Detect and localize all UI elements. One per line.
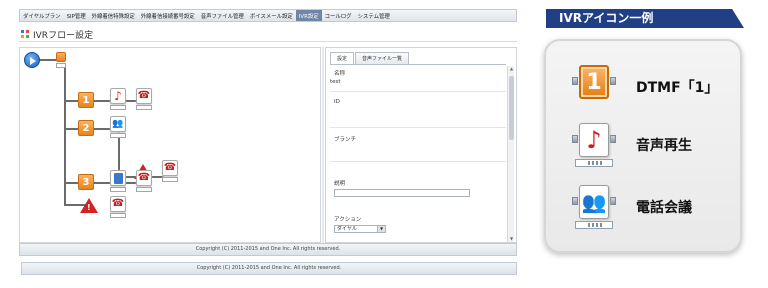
footer-copyright: Copyright (C) 2011-2015 and One Inc. All… [19, 243, 517, 256]
dtmf-tile-icon[interactable]: 3 [78, 174, 94, 190]
music-note-icon[interactable]: ♪ [110, 88, 126, 104]
dtmf-tile-icon: 1 [572, 63, 616, 111]
dtmf-tile-icon[interactable]: 1 [78, 92, 94, 108]
file-icon[interactable] [110, 170, 126, 186]
id-label: ID [334, 99, 340, 105]
legend-title: IVRアイコン一例 [546, 9, 744, 28]
properties-scrollbar[interactable]: ▲ ▼ [507, 66, 514, 242]
phone-icon[interactable]: ☎ [110, 196, 126, 212]
play-icon[interactable] [24, 52, 40, 68]
legend-item-dtmf: 1 DTMF「1」 [572, 63, 732, 115]
ivr-flow-canvas[interactable]: 1 ♪ ☎ 2 👥 ! ☎ 3 ☎ ! ☎ [19, 47, 321, 243]
app-logo-icon [21, 29, 30, 39]
dtmf-tile-icon[interactable] [56, 52, 66, 62]
page-title: IVRフロー設定 [33, 30, 94, 41]
legend-label-audio: 音声再生 [636, 138, 692, 154]
menu-item-sip[interactable]: SIP管理 [64, 10, 89, 21]
name-label: 名称 [334, 71, 346, 77]
name-value[interactable]: test [330, 79, 341, 85]
menu-item-ivr[interactable]: IVR設定 [295, 10, 322, 21]
menu-item-voicemail[interactable]: ボイスメール設定 [247, 10, 296, 21]
conference-icon: 👥 [572, 183, 616, 231]
menu-item-outside-number[interactable]: 外線着信接続番号設定 [138, 10, 198, 21]
properties-body: 名称 test ID ブランチ 説明 アクション ダイヤル ▼ [330, 64, 506, 240]
page-title-row: IVRフロー設定 [19, 27, 517, 42]
footer-copyright-duplicate: Copyright (C) 2011-2015 and One Inc. All… [21, 262, 517, 275]
phone-icon[interactable]: ☎ [136, 170, 152, 186]
dtmf-tile-icon[interactable]: 2 [78, 120, 94, 136]
menu-item-system[interactable]: システム管理 [355, 10, 393, 21]
legend-label-conference: 電話会議 [636, 200, 692, 216]
menu-item-dialplan[interactable]: ダイヤルプラン [20, 10, 64, 21]
main-menu-bar: ダイヤルプラン SIP管理 外線着信特殊設定 外線着信接続番号設定 音声ファイル… [19, 9, 517, 22]
description-field[interactable] [334, 189, 470, 197]
menu-item-call-log[interactable]: コールログ [322, 10, 355, 21]
menu-item-audio-files[interactable]: 音声ファイル管理 [198, 10, 247, 21]
properties-panel: 設定 音声ファイル一覧 名称 test ID ブランチ 説明 アクション ダイヤ… [325, 47, 517, 243]
action-select[interactable]: ダイヤル ▼ [334, 225, 386, 233]
phone-icon[interactable]: ☎ [162, 160, 178, 176]
menu-item-outside-special[interactable]: 外線着信特殊設定 [89, 10, 138, 21]
description-label: 説明 [334, 181, 346, 187]
conference-icon[interactable]: 👥 [110, 116, 126, 132]
action-label: アクション [334, 217, 362, 223]
legend-label-dtmf: DTMF「1」 [636, 80, 719, 96]
legend-panel: 1 DTMF「1」 ♪ 音声再生 👥 電話会議 [544, 39, 742, 253]
chevron-down-icon[interactable]: ▼ [377, 226, 385, 232]
properties-tabs: 設定 音声ファイル一覧 [330, 52, 410, 64]
tab-settings[interactable]: 設定 [330, 52, 355, 64]
ivr-app-screenshot: ダイヤルプラン SIP管理 外線着信特殊設定 外線着信接続番号設定 音声ファイル… [19, 9, 517, 257]
phone-icon[interactable]: ☎ [136, 88, 152, 104]
branch-label: ブランチ [334, 137, 357, 143]
music-note-icon: ♪ [572, 121, 616, 169]
legend-item-conference: 👥 電話会議 [572, 183, 732, 235]
splitter[interactable] [322, 47, 324, 243]
tab-audio-files[interactable]: 音声ファイル一覧 [355, 52, 410, 64]
legend-item-audio: ♪ 音声再生 [572, 121, 732, 173]
